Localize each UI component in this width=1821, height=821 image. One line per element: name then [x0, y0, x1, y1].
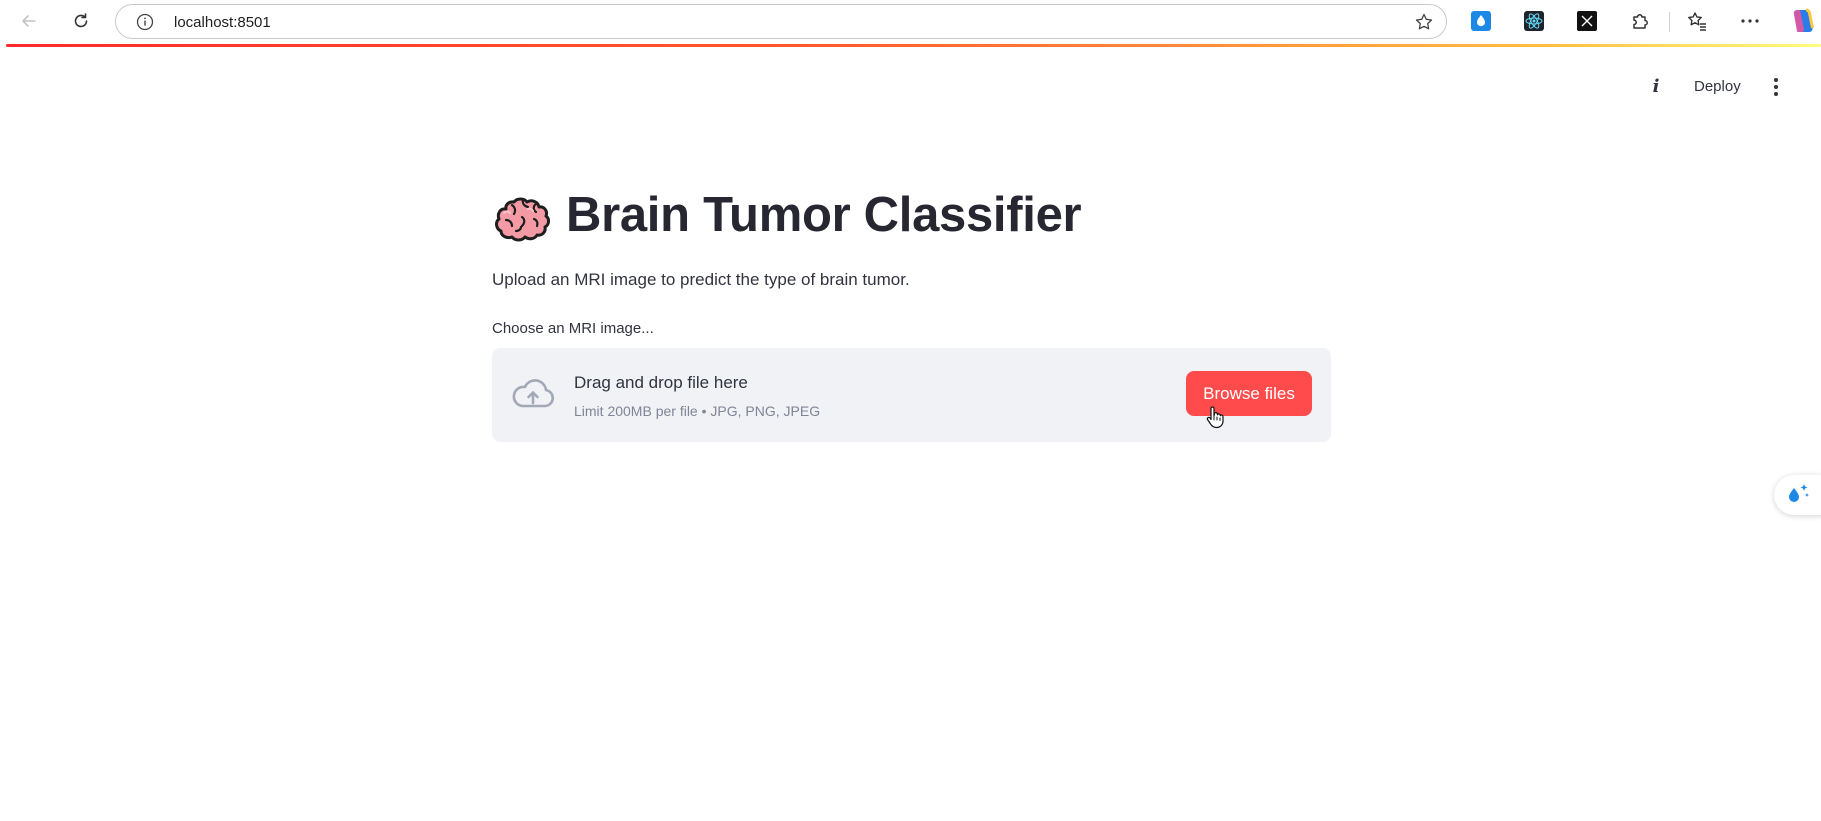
dropzone-limit-text: Limit 200MB per file • JPG, PNG, JPEG [574, 403, 821, 419]
back-icon[interactable] [14, 6, 44, 36]
upload-cloud-icon [512, 379, 555, 408]
star-icon[interactable] [1414, 12, 1434, 32]
url-text[interactable]: localhost:8501 [174, 14, 271, 31]
refresh-icon[interactable] [66, 6, 96, 36]
kebab-icon[interactable] [1768, 75, 1784, 99]
side-assistant-widget[interactable] [1774, 475, 1821, 515]
copilot-icon[interactable] [1788, 7, 1816, 35]
hand-cursor-icon [1206, 406, 1224, 429]
extension-x-icon[interactable] [1576, 10, 1598, 32]
more-icon[interactable] [1739, 10, 1761, 32]
address-bar[interactable]: localhost:8501 [115, 4, 1447, 39]
file-uploader-label: Choose an MRI image... [492, 320, 654, 337]
extension-react-icon[interactable] [1523, 10, 1545, 32]
page-title: Brain Tumor Classifier [566, 188, 1082, 242]
favorites-icon[interactable] [1686, 10, 1708, 32]
extensions-puzzle-icon[interactable] [1629, 10, 1651, 32]
info-italic-icon[interactable]: i [1645, 76, 1667, 100]
browser-toolbar: localhost:8501 [0, 0, 1821, 44]
sparkle-drop-icon [1789, 484, 1809, 502]
info-icon[interactable] [136, 13, 154, 31]
deploy-button[interactable]: Deploy [1694, 78, 1741, 95]
toolbar-divider [1669, 12, 1670, 32]
page-subtitle: Upload an MRI image to predict the type … [492, 270, 910, 289]
streamlit-header-decoration [6, 44, 1821, 47]
page-title-row: Brain Tumor Classifier [492, 185, 1082, 245]
dropzone-instructions: Drag and drop file here [574, 373, 748, 392]
brain-icon [495, 197, 550, 242]
extension-drop-icon[interactable] [1470, 10, 1492, 32]
